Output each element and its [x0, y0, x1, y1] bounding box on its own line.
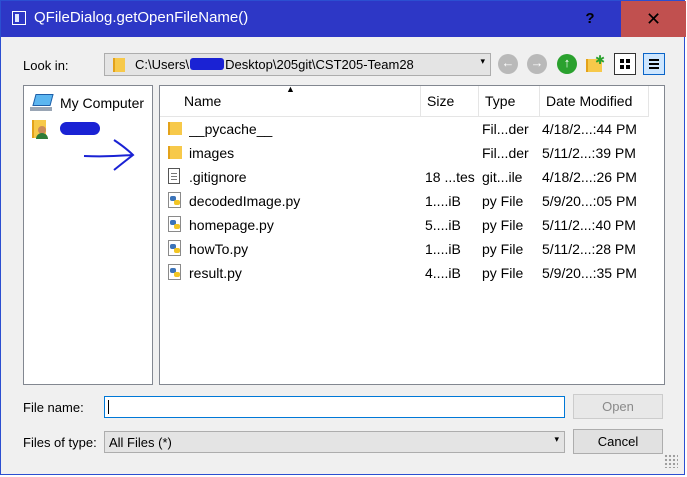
- look-in-path: C:\Users\ Desktop\205git\CST205-Team28: [135, 57, 414, 72]
- file-dialog-window: QFileDialog.getOpenFileName() ? ✕ Look i…: [0, 0, 686, 475]
- sidebar-item-label: My Computer: [60, 95, 145, 111]
- chevron-down-icon[interactable]: ▾: [480, 56, 485, 67]
- folder-icon: [168, 122, 182, 135]
- file-date-cell: 4/18/2...:44 PM: [542, 121, 637, 137]
- table-row[interactable]: decodedImage.py 1....iB py File 5/9/20...:0…: [160, 189, 664, 213]
- title-bar[interactable]: QFileDialog.getOpenFileName() ? ✕: [1, 1, 686, 37]
- file-type-cell: git...ile: [482, 169, 523, 185]
- file-type-cell: py File: [482, 265, 524, 281]
- file-size-cell: 18 ...tes: [425, 169, 475, 185]
- file-date-cell: 4/18/2...:26 PM: [542, 169, 637, 185]
- file-date-cell: 5/11/2...:28 PM: [542, 241, 636, 257]
- text-caret: [108, 400, 109, 414]
- file-date-cell: 5/9/20...:05 PM: [542, 193, 637, 209]
- computer-stand-icon: [30, 107, 52, 111]
- up-arrow-icon: ↑: [563, 55, 571, 70]
- file-name-label: File name:: [23, 400, 84, 415]
- window-title: QFileDialog.getOpenFileName(): [34, 9, 249, 26]
- file-name-cell: decodedImage.py: [189, 193, 301, 209]
- text-file-icon: [168, 168, 180, 184]
- sidebar-item-my-computer[interactable]: My Computer: [30, 92, 150, 114]
- look-in-combo[interactable]: C:\Users\ Desktop\205git\CST205-Team28 ▾: [104, 53, 491, 76]
- detail-mode-icon: [649, 59, 659, 61]
- open-button[interactable]: Open: [573, 394, 663, 419]
- file-name-cell: result.py: [189, 265, 242, 281]
- file-type-value: All Files (*): [109, 435, 172, 450]
- close-button[interactable]: ✕: [621, 1, 686, 37]
- file-date-cell: 5/11/2...:40 PM: [542, 217, 636, 233]
- hand-drawn-arrow: [83, 139, 135, 171]
- file-name-cell: .gitignore: [189, 169, 247, 185]
- redaction-mark: [60, 122, 100, 135]
- python-file-icon: [168, 216, 181, 232]
- file-size-cell: 4....iB: [425, 265, 461, 281]
- back-arrow-icon: ←: [501, 55, 515, 70]
- column-header-date[interactable]: Date Modified: [540, 86, 649, 116]
- computer-icon: [32, 94, 54, 106]
- file-type-cell: Fil...der: [482, 145, 529, 161]
- parent-directory-button[interactable]: ↑: [557, 54, 577, 74]
- file-type-label: Files of type:: [23, 435, 97, 450]
- folder-icon: [113, 58, 125, 72]
- path-suffix: Desktop\205git\CST205-Team28: [225, 57, 414, 72]
- table-row[interactable]: result.py 4....iB py File 5/9/20...:35 PM: [160, 261, 664, 285]
- table-row[interactable]: homepage.py 5....iB py File 5/11/2...:40 PM: [160, 213, 664, 237]
- python-file-icon: [168, 192, 181, 208]
- file-list-header: Name ▲ Size Type Date Modified: [160, 86, 664, 117]
- file-name-cell: homepage.py: [189, 217, 274, 233]
- back-button[interactable]: ←: [498, 54, 518, 74]
- redaction-mark: [190, 58, 225, 70]
- table-row[interactable]: .gitignore 18 ...tes git...ile 4/18/2...:26…: [160, 165, 664, 189]
- list-mode-icon: [620, 59, 624, 63]
- user-folder-icon: [32, 118, 48, 140]
- python-file-icon: [168, 264, 181, 280]
- look-in-label: Look in:: [23, 58, 69, 73]
- detail-view-button[interactable]: [643, 53, 665, 75]
- file-type-cell: py File: [482, 193, 524, 209]
- table-row[interactable]: images Fil...der 5/11/2...:39 PM: [160, 141, 664, 165]
- cancel-button[interactable]: Cancel: [573, 429, 663, 454]
- chevron-down-icon[interactable]: ▾: [554, 434, 559, 445]
- file-date-cell: 5/11/2...:39 PM: [542, 145, 636, 161]
- file-name-cell: __pycache__: [189, 121, 273, 137]
- help-button[interactable]: ?: [558, 1, 622, 37]
- file-type-combo[interactable]: All Files (*) ▾: [104, 431, 565, 453]
- file-type-cell: py File: [482, 217, 524, 233]
- file-name-cell: images: [189, 145, 235, 161]
- table-row[interactable]: __pycache__ Fil...der 4/18/2...:44 PM: [160, 117, 664, 141]
- forward-arrow-icon: →: [530, 55, 544, 70]
- resize-grip[interactable]: [664, 454, 678, 468]
- vertical-scrollbar[interactable]: [649, 116, 664, 384]
- sidebar: My Computer: [23, 85, 153, 385]
- path-prefix: C:\Users\: [135, 57, 190, 72]
- column-header-size[interactable]: Size: [421, 86, 479, 116]
- list-view-button[interactable]: [614, 53, 636, 75]
- file-size-cell: 1....iB: [425, 241, 461, 257]
- app-icon: [12, 11, 26, 25]
- file-name-cell: howTo.py: [189, 241, 249, 257]
- file-date-cell: 5/9/20...:35 PM: [542, 265, 637, 281]
- file-type-cell: py File: [482, 241, 524, 257]
- file-size-cell: 5....iB: [425, 217, 461, 233]
- forward-button[interactable]: →: [527, 54, 547, 74]
- file-list[interactable]: Name ▲ Size Type Date Modified __pycache…: [159, 85, 665, 385]
- python-file-icon: [168, 240, 181, 256]
- file-name-input[interactable]: [104, 396, 565, 418]
- file-type-cell: Fil...der: [482, 121, 529, 137]
- new-folder-button[interactable]: ✱: [586, 53, 606, 73]
- table-row[interactable]: howTo.py 1....iB py File 5/11/2...:28 PM: [160, 237, 664, 261]
- folder-icon: [168, 146, 182, 159]
- sparkle-icon: ✱: [595, 53, 606, 67]
- column-header-type[interactable]: Type: [479, 86, 540, 116]
- sort-ascending-icon: ▲: [286, 85, 295, 94]
- file-size-cell: 1....iB: [425, 193, 461, 209]
